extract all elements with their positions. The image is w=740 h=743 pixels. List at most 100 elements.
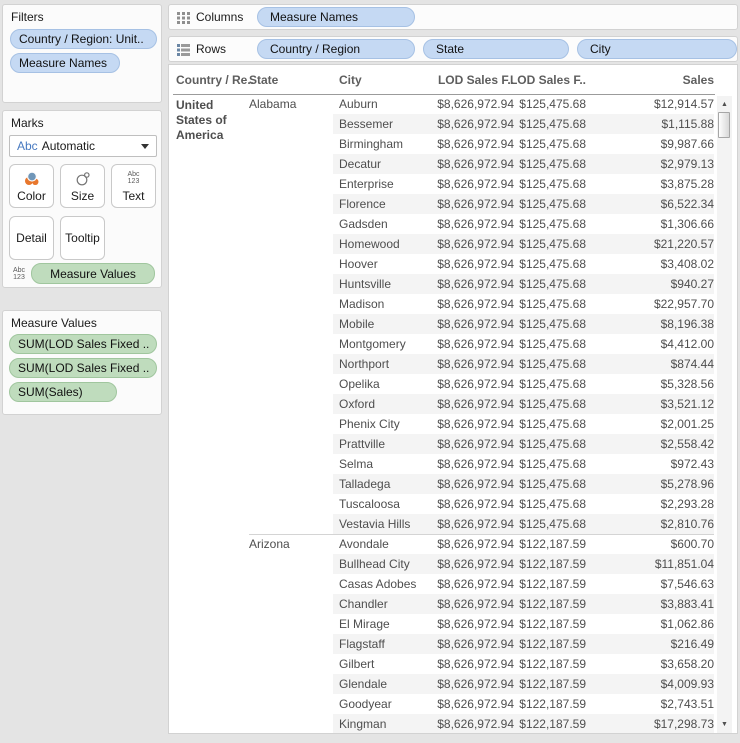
city-cell[interactable]: Talladega xyxy=(339,474,390,494)
table-row[interactable]: Florence $8,626,972.94 $125,475.68 $6,522.3… xyxy=(169,194,715,214)
color-button[interactable]: Color xyxy=(9,164,54,208)
lod-sales-2-cell[interactable]: $125,475.68 xyxy=(466,94,586,114)
sales-cell[interactable]: $4,412.00 xyxy=(594,334,714,354)
table-row[interactable]: Glendale $8,626,972.94 $122,187.59 $4,009.9… xyxy=(169,674,715,694)
city-cell[interactable]: Selma xyxy=(339,454,373,474)
lod-sales-2-cell[interactable]: $125,475.68 xyxy=(466,314,586,334)
table-row[interactable]: Homewood $8,626,972.94 $125,475.68 $21,220.… xyxy=(169,234,715,254)
sales-cell[interactable]: $2,293.28 xyxy=(594,494,714,514)
lod-sales-2-cell[interactable]: $125,475.68 xyxy=(466,134,586,154)
sales-cell[interactable]: $22,957.70 xyxy=(594,294,714,314)
table-row[interactable]: Enterprise $8,626,972.94 $125,475.68 $3,875… xyxy=(169,174,715,194)
vertical-scrollbar[interactable]: ▲ ▼ xyxy=(717,96,732,733)
sales-cell[interactable]: $3,658.20 xyxy=(594,654,714,674)
column-header-lod-sales-2[interactable]: LOD Sales F.. xyxy=(486,73,586,87)
city-cell[interactable]: Gadsden xyxy=(339,214,388,234)
sales-cell[interactable]: $21,220.57 xyxy=(594,234,714,254)
sales-cell[interactable]: $2,810.76 xyxy=(594,514,714,534)
table-row[interactable]: Montgomery $8,626,972.94 $125,475.68 $4,412… xyxy=(169,334,715,354)
city-cell[interactable]: Florence xyxy=(339,194,386,214)
lod-sales-2-cell[interactable]: $122,187.59 xyxy=(466,534,586,554)
lod-sales-2-cell[interactable]: $125,475.68 xyxy=(466,454,586,474)
sales-cell[interactable]: $5,328.56 xyxy=(594,374,714,394)
sales-cell[interactable]: $3,875.28 xyxy=(594,174,714,194)
sales-cell[interactable]: $8,196.38 xyxy=(594,314,714,334)
scrollbar-thumb[interactable] xyxy=(718,112,730,138)
lod-sales-2-cell[interactable]: $122,187.59 xyxy=(466,674,586,694)
table-row[interactable]: Oxford $8,626,972.94 $125,475.68 $3,521.12 xyxy=(169,394,715,414)
table-row[interactable]: Birmingham $8,626,972.94 $125,475.68 $9,987… xyxy=(169,134,715,154)
tooltip-button[interactable]: Tooltip xyxy=(60,216,105,260)
rows-pill-country-region[interactable]: Country / Region xyxy=(257,39,415,59)
scroll-down-icon[interactable]: ▼ xyxy=(717,718,732,732)
lod-sales-2-cell[interactable]: $122,187.59 xyxy=(466,574,586,594)
table-row[interactable]: Opelika $8,626,972.94 $125,475.68 $5,328.56 xyxy=(169,374,715,394)
city-cell[interactable]: Goodyear xyxy=(339,694,392,714)
table-row[interactable]: Mobile $8,626,972.94 $125,475.68 $8,196.38 xyxy=(169,314,715,334)
lod-sales-2-cell[interactable]: $125,475.68 xyxy=(466,494,586,514)
city-cell[interactable]: Homewood xyxy=(339,234,400,254)
sales-cell[interactable]: $874.44 xyxy=(594,354,714,374)
rows-pill-city[interactable]: City xyxy=(577,39,737,59)
lod-sales-2-cell[interactable]: $125,475.68 xyxy=(466,254,586,274)
city-cell[interactable]: El Mirage xyxy=(339,614,390,634)
city-cell[interactable]: Enterprise xyxy=(339,174,394,194)
table-row[interactable]: Huntsville $8,626,972.94 $125,475.68 $940.2… xyxy=(169,274,715,294)
lod-sales-2-cell[interactable]: $122,187.59 xyxy=(466,554,586,574)
lod-sales-2-cell[interactable]: $125,475.68 xyxy=(466,174,586,194)
sales-cell[interactable]: $5,278.96 xyxy=(594,474,714,494)
column-header-city[interactable]: City xyxy=(339,73,362,87)
table-row[interactable]: Casas Adobes $8,626,972.94 $122,187.59 $7,5… xyxy=(169,574,715,594)
column-header-state[interactable]: State xyxy=(249,73,278,87)
table-row[interactable]: Chandler $8,626,972.94 $122,187.59 $3,883.4… xyxy=(169,594,715,614)
sales-cell[interactable]: $3,521.12 xyxy=(594,394,714,414)
table-row[interactable]: Madison $8,626,972.94 $125,475.68 $22,957.7… xyxy=(169,294,715,314)
lod-sales-2-cell[interactable]: $125,475.68 xyxy=(466,234,586,254)
table-row[interactable]: Avondale $8,626,972.94 $122,187.59 $600.70 xyxy=(169,534,715,554)
lod-sales-2-cell[interactable]: $125,475.68 xyxy=(466,214,586,234)
lod-sales-2-cell[interactable]: $125,475.68 xyxy=(466,334,586,354)
lod-sales-2-cell[interactable]: $122,187.59 xyxy=(466,714,586,733)
city-cell[interactable]: Madison xyxy=(339,294,384,314)
table-row[interactable]: Vestavia Hills $8,626,972.94 $125,475.68 $2… xyxy=(169,514,715,534)
lod-sales-2-cell[interactable]: $125,475.68 xyxy=(466,294,586,314)
city-cell[interactable]: Auburn xyxy=(339,94,378,114)
city-cell[interactable]: Flagstaff xyxy=(339,634,385,654)
table-row[interactable]: Decatur $8,626,972.94 $125,475.68 $2,979.13 xyxy=(169,154,715,174)
sales-cell[interactable]: $6,522.34 xyxy=(594,194,714,214)
sales-cell[interactable]: $11,851.04 xyxy=(594,554,714,574)
table-row[interactable]: Auburn $8,626,972.94 $125,475.68 $12,914.57 xyxy=(169,94,715,114)
size-button[interactable]: Size xyxy=(60,164,105,208)
lod-sales-2-cell[interactable]: $122,187.59 xyxy=(466,694,586,714)
table-row[interactable]: El Mirage $8,626,972.94 $122,187.59 $1,062.… xyxy=(169,614,715,634)
table-row[interactable]: Goodyear $8,626,972.94 $122,187.59 $2,743.5… xyxy=(169,694,715,714)
column-header-sales[interactable]: Sales xyxy=(614,73,714,87)
city-cell[interactable]: Glendale xyxy=(339,674,387,694)
city-cell[interactable]: Chandler xyxy=(339,594,388,614)
table-row[interactable]: Gadsden $8,626,972.94 $125,475.68 $1,306.66 xyxy=(169,214,715,234)
sales-cell[interactable]: $2,979.13 xyxy=(594,154,714,174)
rows-shelf[interactable]: Rows Country / Region State City xyxy=(168,36,738,62)
table-row[interactable]: Tuscaloosa $8,626,972.94 $125,475.68 $2,293… xyxy=(169,494,715,514)
sales-cell[interactable]: $1,115.88 xyxy=(594,114,715,134)
filter-pill-country-region[interactable]: Country / Region: Unit.. xyxy=(10,29,157,49)
lod-sales-2-cell[interactable]: $125,475.68 xyxy=(466,514,586,534)
table-row[interactable]: Flagstaff $8,626,972.94 $122,187.59 $216.49 xyxy=(169,634,715,654)
table-row[interactable]: Bessemer $8,626,972.94 $125,475.68 $1,115.8… xyxy=(169,114,715,134)
table-row[interactable]: Phenix City $8,626,972.94 $125,475.68 $2,00… xyxy=(169,414,715,434)
sales-cell[interactable]: $600.70 xyxy=(594,534,714,554)
sales-cell[interactable]: $216.49 xyxy=(594,634,714,654)
city-cell[interactable]: Mobile xyxy=(339,314,374,334)
sales-cell[interactable]: $2,001.25 xyxy=(594,414,714,434)
sales-cell[interactable]: $9,987.66 xyxy=(594,134,714,154)
measure-values-encoding-pill[interactable]: Measure Values xyxy=(31,263,155,284)
lod-sales-2-cell[interactable]: $125,475.68 xyxy=(466,354,586,374)
lod-sales-2-cell[interactable]: $125,475.68 xyxy=(466,154,586,174)
table-row[interactable]: Northport $8,626,972.94 $125,475.68 $874.44 xyxy=(169,354,715,374)
city-cell[interactable]: Kingman xyxy=(339,714,386,733)
sales-cell[interactable]: $12,914.57 xyxy=(594,94,714,114)
city-cell[interactable]: Avondale xyxy=(339,534,389,554)
columns-pill-measure-names[interactable]: Measure Names xyxy=(257,7,415,27)
city-cell[interactable]: Hoover xyxy=(339,254,378,274)
table-row[interactable]: Prattville $8,626,972.94 $125,475.68 $2,558… xyxy=(169,434,715,454)
